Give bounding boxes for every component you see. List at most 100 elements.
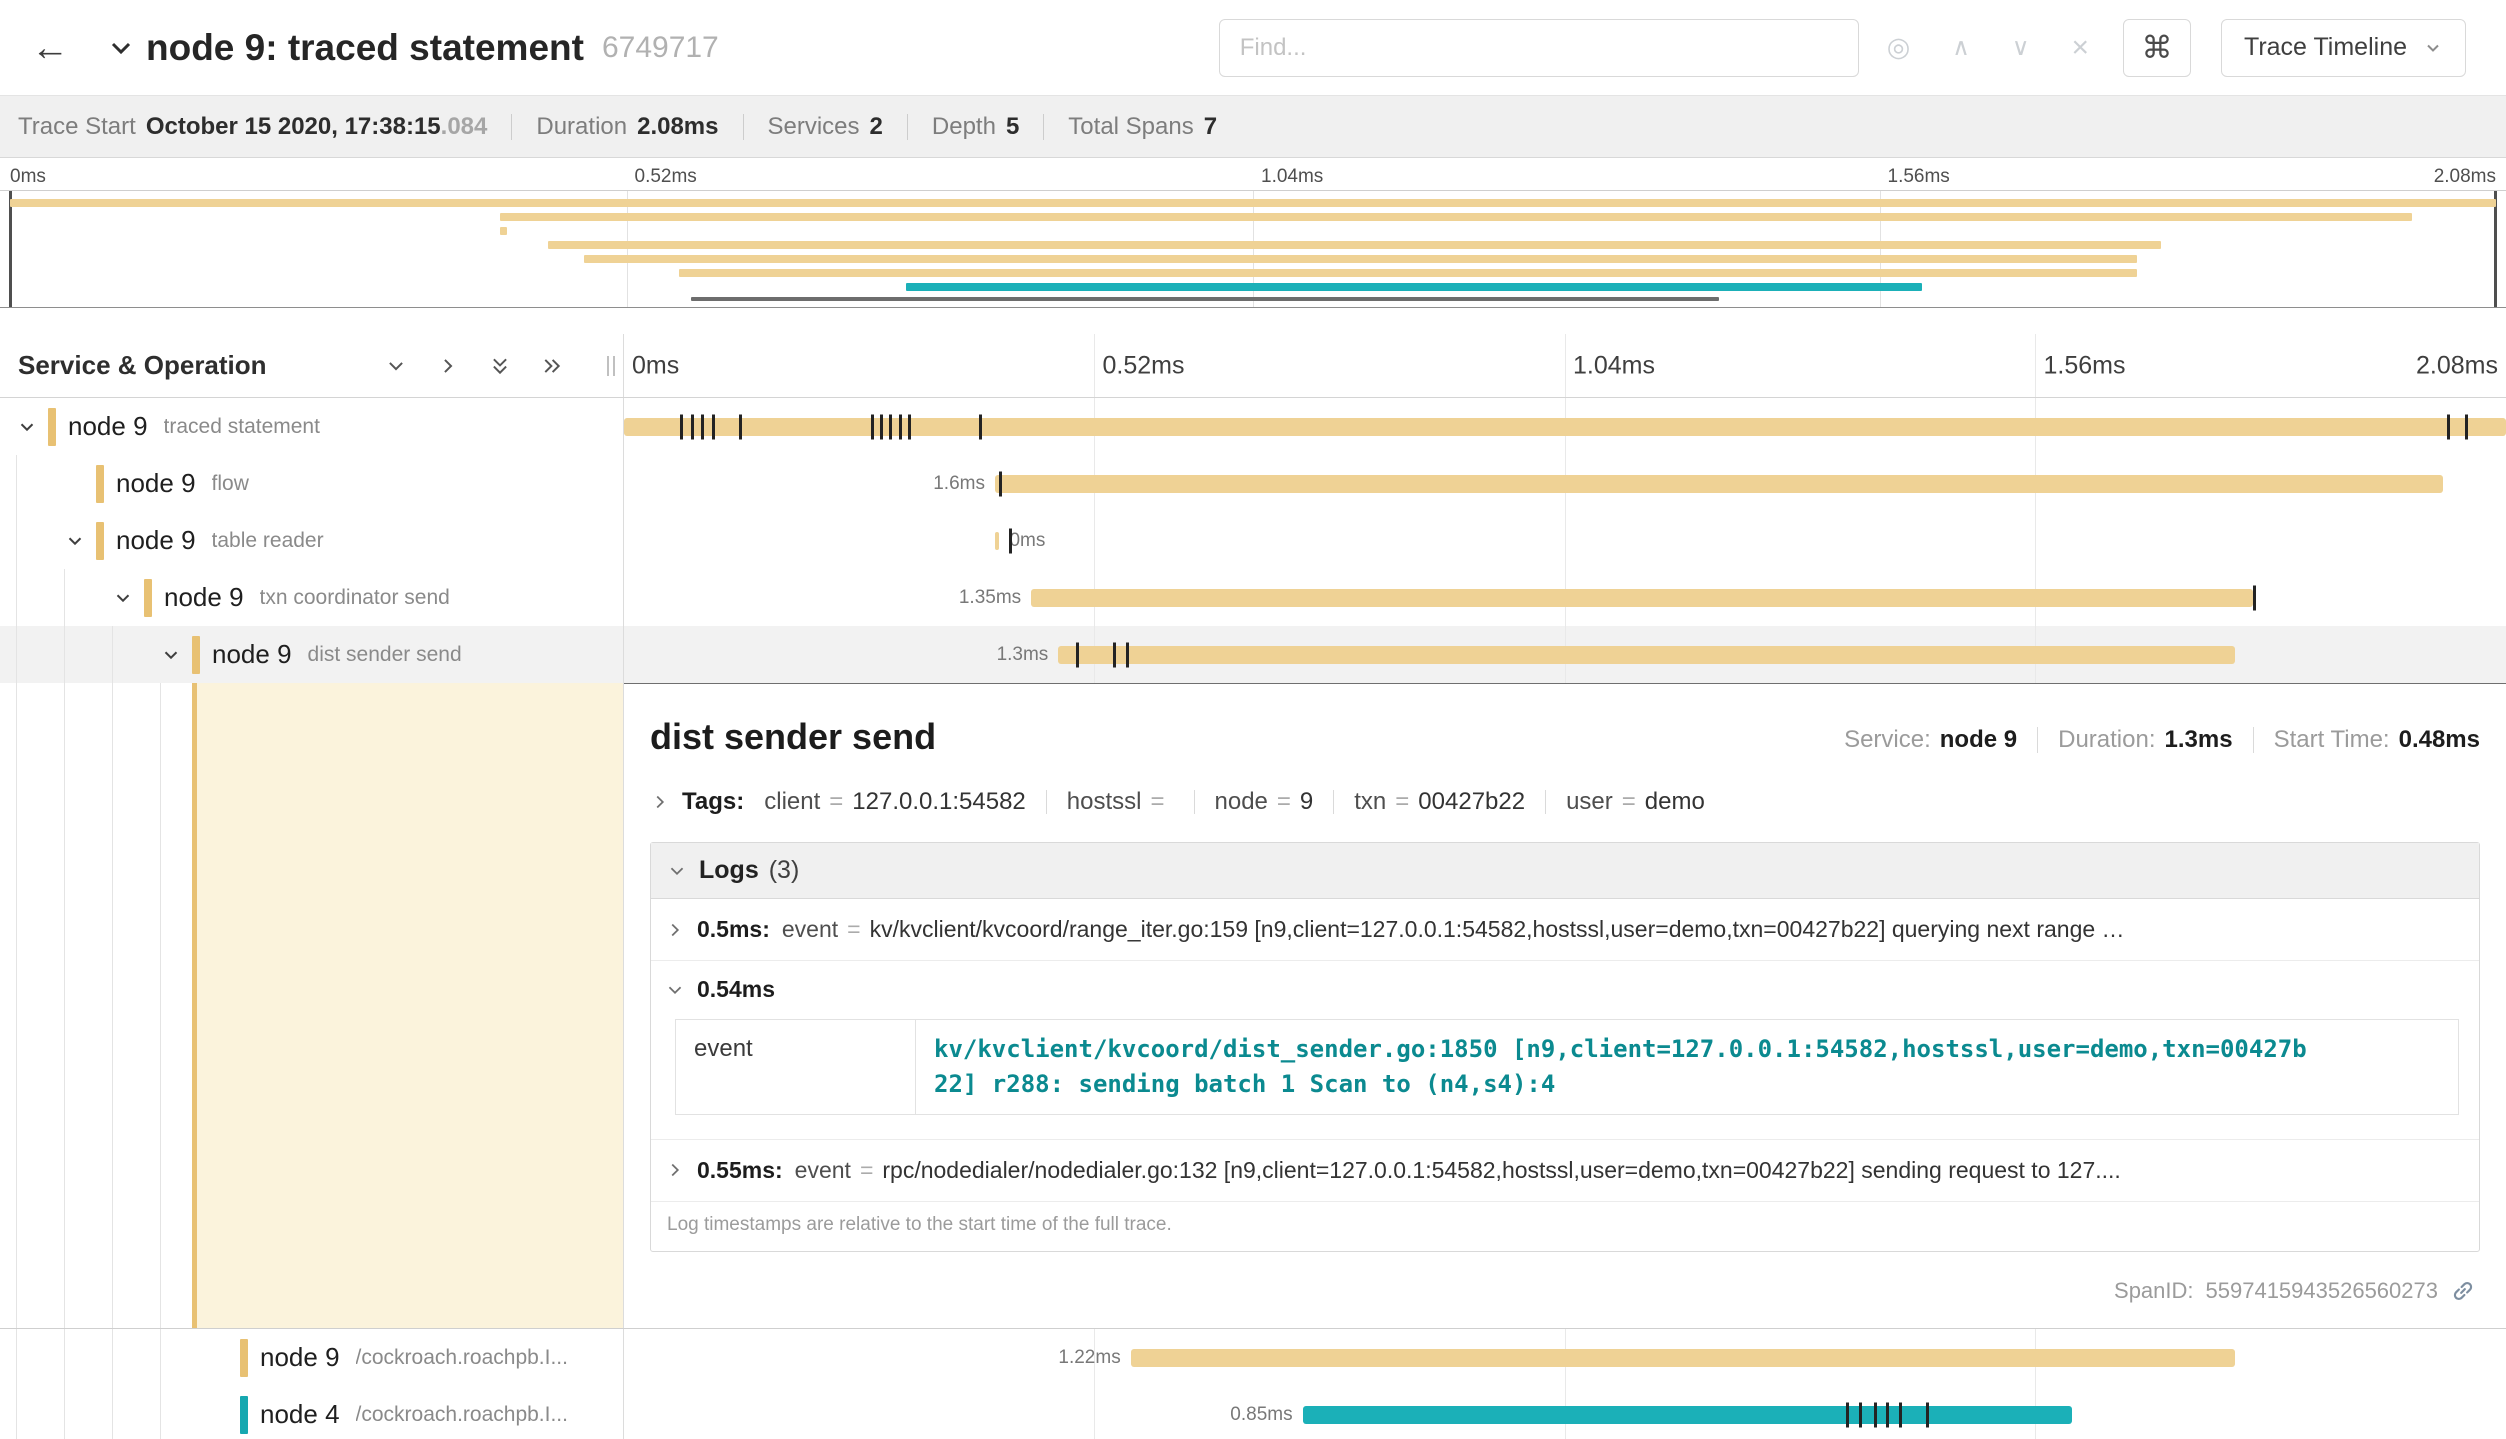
tick-label: 0ms	[632, 351, 679, 380]
chevron-right-icon[interactable]	[665, 1160, 685, 1180]
focus-target-icon[interactable]: ◎	[1887, 32, 1911, 63]
span-name-cell[interactable]: node 9 /cockroach.roachpb.I...	[0, 1329, 624, 1386]
span-bar[interactable]	[624, 418, 2506, 436]
view-selector-button[interactable]: Trace Timeline	[2221, 19, 2466, 77]
tick-label: 1.56ms	[2044, 351, 2126, 380]
span-service: node 9	[116, 525, 196, 556]
span-row[interactable]: node 9 /cockroach.roachpb.I... 1.22ms	[0, 1329, 2506, 1386]
chevron-right-icon[interactable]	[665, 920, 685, 940]
span-row-selected[interactable]: node 9 dist sender send 1.3ms	[0, 626, 2506, 683]
span-name-cell[interactable]: node 9 txn coordinator send	[0, 569, 624, 626]
detail-meta: Service:node 9 Duration:1.3ms Start Time…	[1844, 726, 2480, 758]
tags-label: Tags:	[682, 788, 744, 816]
chevron-down-icon[interactable]	[667, 861, 687, 881]
log-entry-toggle[interactable]: 0.54ms	[665, 976, 2465, 1003]
find-controls: ◎ ∧ ∨ × ⌘ Trace Timeline	[1219, 19, 2466, 77]
span-duration-label: 1.6ms	[933, 473, 985, 495]
timeline-ticks-header: 0ms 0.52ms 1.04ms 1.56ms 2.08ms	[624, 334, 2506, 397]
span-timeline-cell[interactable]: 1.6ms	[624, 455, 2506, 512]
tag-key: hostssl	[1067, 788, 1142, 816]
depth-value: 5	[1006, 113, 1019, 141]
span-name-cell[interactable]: node 9 dist sender send	[0, 626, 624, 683]
tag-key: node	[1215, 788, 1268, 816]
span-row[interactable]: node 9 traced statement	[0, 398, 2506, 455]
log-entry[interactable]: 0.5ms: event = kv/kvclient/kvcoord/range…	[651, 899, 2479, 960]
span-bar[interactable]	[1303, 1406, 2072, 1424]
span-color-accent	[240, 1396, 248, 1434]
span-timeline-cell[interactable]: 1.22ms	[624, 1329, 2506, 1386]
chevron-down-icon[interactable]	[62, 528, 88, 554]
span-duration-label: 0ms	[1009, 530, 1045, 552]
chevron-right-icon[interactable]	[650, 792, 670, 812]
divider	[2253, 727, 2254, 753]
span-bar[interactable]	[1058, 646, 2234, 664]
span-name-cell[interactable]: node 9 table reader	[0, 512, 624, 569]
minimap-time-labels: 0ms 0.52ms 1.04ms 1.56ms 2.08ms	[0, 158, 2506, 190]
equals-sign: =	[1395, 788, 1409, 816]
trace-start-value: October 15 2020, 17:38:15	[146, 113, 441, 141]
span-bar[interactable]	[1031, 589, 2252, 607]
summary-label: Depth	[932, 113, 996, 141]
collapse-controls	[385, 355, 563, 377]
service-operation-header: Service & Operation	[0, 334, 624, 397]
span-timeline-cell[interactable]: 0ms	[624, 512, 2506, 569]
column-resize-handle[interactable]	[607, 356, 615, 376]
chevron-down-icon[interactable]	[158, 642, 184, 668]
meta-label: Service:	[1844, 726, 1931, 753]
span-operation: traced statement	[164, 415, 320, 439]
logs-count: (3)	[769, 856, 800, 885]
chevron-down-icon[interactable]	[14, 414, 40, 440]
page-title: node 9: traced statement	[146, 27, 584, 69]
span-name-cell[interactable]: node 9 flow	[0, 455, 624, 512]
span-bar[interactable]	[995, 532, 1000, 550]
span-timeline-cell[interactable]: 1.35ms	[624, 569, 2506, 626]
chevron-down-icon[interactable]	[665, 980, 685, 1000]
span-service: node 9	[164, 582, 244, 613]
log-key: event	[795, 1157, 851, 1184]
span-id-value: 5597415943526560273	[2206, 1278, 2438, 1304]
divider	[1194, 790, 1195, 814]
minimap-canvas[interactable]	[0, 190, 2506, 308]
log-field-value: kv/kvclient/kvcoord/dist_sender.go:1850 …	[916, 1020, 2459, 1115]
double-chevron-down-icon[interactable]	[489, 355, 511, 377]
trace-minimap: 0ms 0.52ms 1.04ms 1.56ms 2.08ms	[0, 158, 2506, 308]
tick-label: 2.08ms	[2416, 351, 2498, 380]
log-entry[interactable]: 0.55ms: event = rpc/nodedialer/nodediale…	[651, 1139, 2479, 1201]
find-next-chevron-down-icon[interactable]: ∨	[2012, 33, 2030, 62]
top-bar: ← node 9: traced statement 6749717 ◎ ∧ ∨…	[0, 0, 2506, 96]
span-row[interactable]: node 9 txn coordinator send 1.35ms	[0, 569, 2506, 626]
find-clear-close-icon[interactable]: ×	[2071, 31, 2089, 65]
span-bar[interactable]	[995, 475, 2443, 493]
tag-value: 127.0.0.1:54582	[852, 788, 1026, 816]
chevron-down-icon[interactable]	[110, 585, 136, 611]
span-timeline-cell[interactable]: 1.3ms	[624, 626, 2506, 683]
tags-row[interactable]: Tags: client=127.0.0.1:54582 hostssl = no…	[650, 788, 2480, 816]
find-input[interactable]	[1219, 19, 1859, 77]
tag-item: client=127.0.0.1:54582	[764, 788, 1026, 816]
timeline-header-row: Service & Operation 0ms 0.52ms 1.04ms 1.…	[0, 334, 2506, 398]
span-name-cell[interactable]: node 4 /cockroach.roachpb.I...	[0, 1386, 624, 1439]
trace-view: ← node 9: traced statement 6749717 ◎ ∧ ∨…	[0, 0, 2506, 1439]
keyboard-shortcuts-button[interactable]: ⌘	[2123, 19, 2191, 77]
span-row[interactable]: node 9 table reader 0ms	[0, 512, 2506, 569]
trace-start-millis: .084	[441, 113, 488, 141]
span-timeline-cell[interactable]	[624, 398, 2506, 455]
link-icon[interactable]	[2450, 1278, 2476, 1304]
trace-collapse-chevron-down-icon[interactable]	[106, 33, 136, 63]
span-bar[interactable]	[1131, 1349, 2235, 1367]
equals-sign: =	[1150, 788, 1164, 816]
logs-header[interactable]: Logs (3)	[651, 843, 2479, 899]
chevron-down-icon[interactable]	[385, 355, 407, 377]
chevron-right-icon[interactable]	[437, 355, 459, 377]
span-service: node 9	[116, 468, 196, 499]
span-name-cell[interactable]: node 9 traced statement	[0, 398, 624, 455]
double-chevron-right-icon[interactable]	[541, 355, 563, 377]
back-button[interactable]: ←	[20, 18, 80, 78]
find-prev-chevron-up-icon[interactable]: ∧	[1952, 33, 1970, 62]
equals-sign: =	[847, 916, 860, 943]
span-timeline-cell[interactable]: 0.85ms	[624, 1386, 2506, 1439]
span-row[interactable]: node 4 /cockroach.roachpb.I... 0.85ms	[0, 1386, 2506, 1439]
span-id-row: SpanID: 5597415943526560273	[650, 1258, 2480, 1328]
equals-sign: =	[860, 1157, 873, 1184]
span-row[interactable]: node 9 flow 1.6ms	[0, 455, 2506, 512]
